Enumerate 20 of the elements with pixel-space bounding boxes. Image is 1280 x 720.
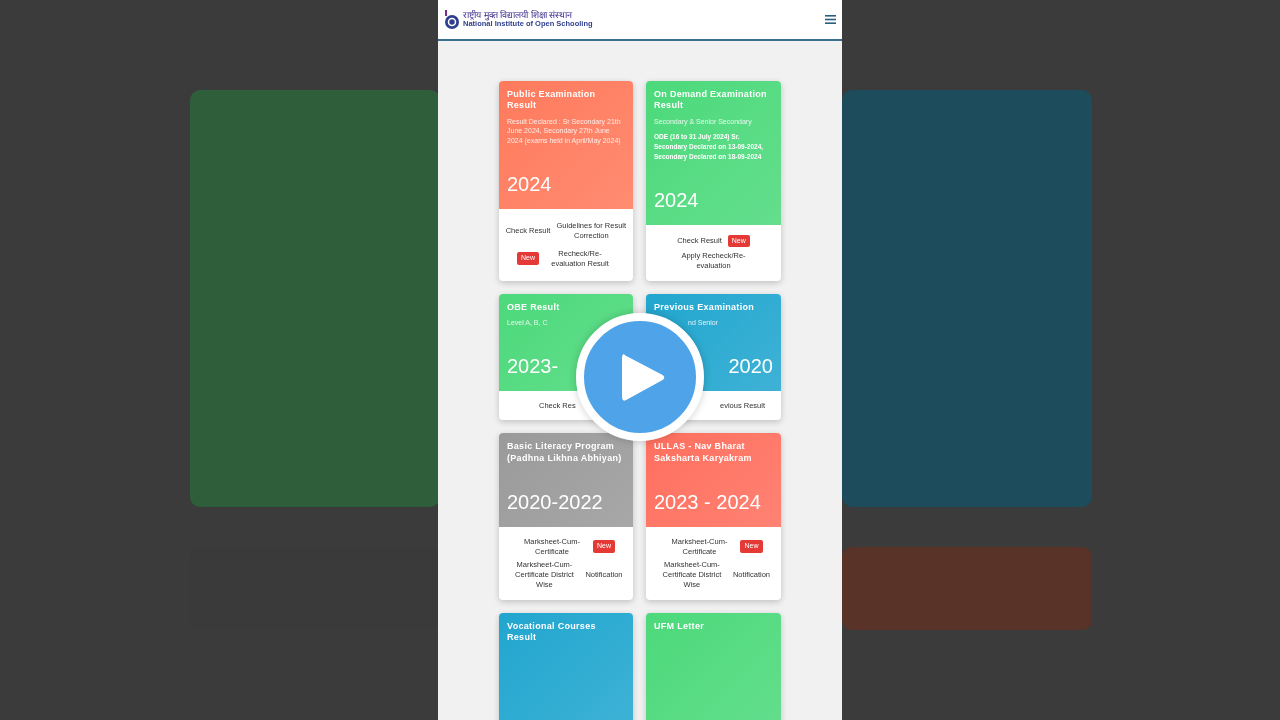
result-card[interactable] xyxy=(646,81,781,281)
card-year: 2020 xyxy=(728,353,773,379)
menu-icon[interactable] xyxy=(825,15,836,24)
card-year: 2023- xyxy=(507,353,560,379)
card-title: Basic Literacy Program (Padhna Likhna Abhiyan) xyxy=(507,441,623,464)
card-year: 2020-2022 xyxy=(507,489,604,515)
card-year: 2024 xyxy=(654,187,700,213)
card-title: UFM Letter xyxy=(654,620,705,632)
card-year: 2023 - 2024 xyxy=(654,489,762,515)
logo-hindi-text: राष्ट्रीय मुक्त विद्यालयी शिक्षा संस्थान xyxy=(463,10,572,21)
card-title: Previous Examination xyxy=(654,301,756,313)
card-title: ULLAS - Nav Bharat Saksharta Karyakram xyxy=(654,441,753,464)
card-title: On Demand Examination Result xyxy=(654,89,768,112)
card-title: Vocational Courses Result xyxy=(507,620,597,644)
card-title: OBE Result xyxy=(507,301,561,313)
card-title: Public Examination Result xyxy=(507,89,597,112)
logo-icon xyxy=(444,9,460,30)
play-icon xyxy=(622,351,666,403)
card-year: 2024 xyxy=(507,171,553,197)
result-card[interactable] xyxy=(499,81,633,281)
